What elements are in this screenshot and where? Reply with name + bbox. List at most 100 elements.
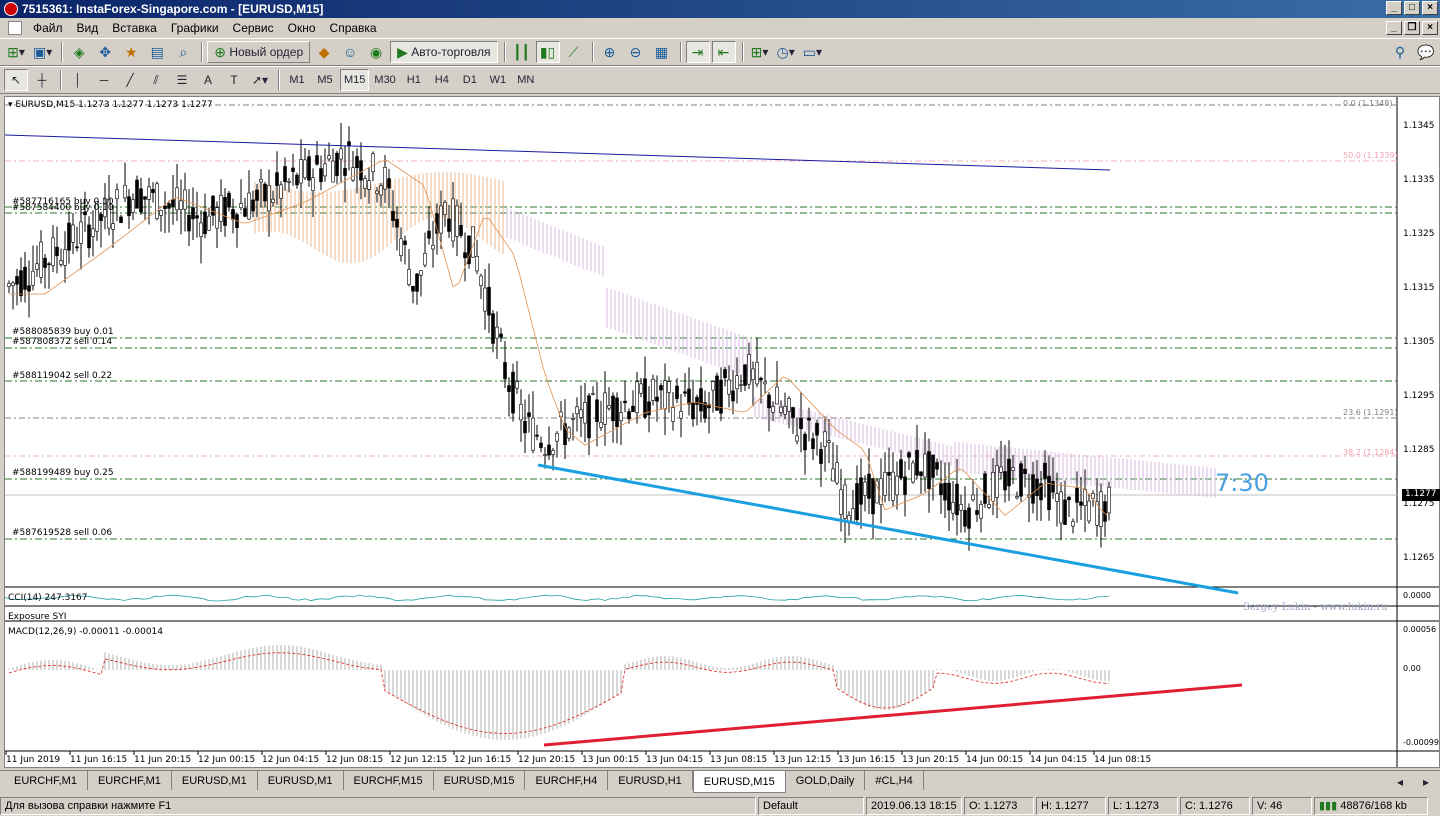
close-button[interactable]: × (1422, 1, 1438, 15)
mdi-close-button[interactable]: × (1422, 21, 1438, 35)
profiles-button[interactable]: ▣ ▾ (30, 41, 55, 63)
cursor-tool-button[interactable]: ↖ (4, 69, 28, 91)
tester-button[interactable]: ⌕ (171, 41, 195, 63)
timeframe-d1[interactable]: D1 (457, 69, 483, 91)
order-label[interactable]: #588085839 buy 0.01 (12, 327, 114, 337)
chart-shift-button[interactable]: ⇤ (711, 41, 736, 63)
menu-file[interactable]: Файл (26, 21, 70, 35)
equidistant-channel-button[interactable]: ⫽ (144, 69, 168, 91)
market-watch-button[interactable]: ◈ (67, 41, 91, 63)
candle-body (763, 381, 767, 385)
tab-eurusd-m15-active[interactable]: EURUSD,M15 (692, 771, 786, 793)
tab-gold-daily[interactable]: GOLD,Daily (785, 771, 866, 790)
order-label[interactable]: #587808372 sell 0.14 (12, 337, 112, 347)
timeframe-w1[interactable]: W1 (485, 69, 511, 91)
chart-window[interactable]: ▾ EURUSD,M15 1.1273 1.1277 1.1273 1.1277… (4, 96, 1440, 768)
mdi-restore-button[interactable]: ❐ (1404, 21, 1420, 35)
autotrading-button[interactable]: ▶ Авто-торговля (390, 41, 498, 63)
candle-body (695, 396, 699, 405)
trendline-button[interactable]: ╱ (118, 69, 142, 91)
timeframe-m5[interactable]: M5 (312, 69, 338, 91)
search-button[interactable]: ⚲ (1388, 41, 1412, 63)
candle-body (19, 270, 23, 297)
maximize-button[interactable]: □ (1404, 1, 1420, 15)
new-chart-button[interactable]: ⊞ ▾ (4, 41, 28, 63)
templates-button[interactable]: ▭ ▾ (800, 41, 825, 63)
menu-charts[interactable]: Графики (164, 21, 226, 35)
candle-body (367, 180, 371, 190)
fibonacci-button[interactable]: ☰ (170, 69, 194, 91)
candle-body (771, 406, 775, 413)
cci-label: CCI(14) 247.3167 (8, 593, 88, 603)
tab-eurusd-m1-2[interactable]: EURUSD,M1 (257, 771, 344, 790)
candle-body (739, 384, 743, 387)
candle-body (751, 368, 755, 380)
zoom-out-button[interactable]: ⊖ (624, 41, 648, 63)
auto-scroll-button[interactable]: ⇥ (685, 41, 710, 63)
menu-view[interactable]: Вид (70, 21, 106, 35)
tile-windows-button[interactable]: ▦ (650, 41, 674, 63)
candle-body (919, 471, 923, 476)
status-traffic[interactable]: ▮▮▮ 48876/168 kb (1314, 796, 1428, 815)
time-axis-label: 12 Jun 04:15 (262, 755, 320, 765)
data-window-button[interactable]: ✥ (93, 41, 117, 63)
menu-window[interactable]: Окно (281, 21, 323, 35)
text-tool-button[interactable]: A (196, 69, 220, 91)
order-label[interactable]: #587584400 buy 0.10 (12, 203, 114, 213)
community-button[interactable]: ☺ (338, 41, 362, 63)
bar-chart-icon: ┃┃ (513, 43, 530, 60)
arrows-button[interactable]: ➚▾ (248, 69, 272, 91)
navigator-button[interactable]: ★ (119, 41, 143, 63)
candlestick-button[interactable]: ▮▯ (535, 41, 560, 63)
candle-body (787, 398, 791, 412)
menu-tools[interactable]: Сервис (226, 21, 281, 35)
line-chart-button[interactable]: ⟋ (562, 41, 586, 63)
candle-body (615, 397, 619, 427)
order-label[interactable]: #588199489 buy 0.25 (12, 468, 114, 478)
tab-scroll-left-button[interactable]: ◂ (1388, 771, 1412, 793)
tab-scroll-right-button[interactable]: ▸ (1414, 771, 1438, 793)
order-label[interactable]: #587619528 sell 0.06 (12, 528, 112, 538)
horizontal-line-button[interactable]: ─ (92, 69, 116, 91)
signals-button[interactable]: ◉ (364, 41, 388, 63)
periods-button[interactable]: ◷ ▾ (774, 41, 798, 63)
candle-body (427, 230, 431, 239)
tab-eurchf-m1[interactable]: EURCHF,M1 (4, 771, 88, 790)
candle-body (139, 188, 143, 213)
status-profile[interactable]: Default (758, 796, 864, 815)
new-order-button[interactable]: ⊕ Новый ордер (207, 41, 311, 63)
timeframe-m15[interactable]: M15 (340, 69, 370, 91)
metaeditor-button[interactable]: ◆ (312, 41, 336, 63)
zoom-in-button[interactable]: ⊕ (598, 41, 622, 63)
candle-body (883, 472, 887, 496)
timeframe-m30[interactable]: M30 (371, 69, 398, 91)
chart-canvas[interactable] (5, 97, 1439, 767)
timeframe-m1[interactable]: M1 (284, 69, 310, 91)
timeframe-h1[interactable]: H1 (401, 69, 427, 91)
tab-cl-h4[interactable]: #CL,H4 (865, 771, 924, 790)
indicators-button[interactable]: ⊞ ▾ (748, 41, 772, 63)
tab-eurusd-m15[interactable]: EURUSD,M15 (433, 771, 526, 790)
terminal-button[interactable]: ▤ (145, 41, 169, 63)
tab-eurusd-h1[interactable]: EURUSD,H1 (608, 771, 693, 790)
tab-eurusd-m1[interactable]: EURUSD,M1 (171, 771, 258, 790)
candle-body (327, 155, 331, 160)
timeframe-h4[interactable]: H4 (429, 69, 455, 91)
vertical-line-button[interactable]: │ (66, 69, 90, 91)
candle-body (431, 245, 435, 250)
tab-eurchf-h4[interactable]: EURCHF,H4 (525, 771, 609, 790)
crosshair-tool-button[interactable]: ┼ (30, 69, 54, 91)
tab-eurchf-m15[interactable]: EURCHF,M15 (343, 771, 434, 790)
candle-body (823, 431, 827, 447)
order-label[interactable]: #588119042 sell 0.22 (12, 371, 112, 381)
minimize-button[interactable]: _ (1386, 1, 1402, 15)
tab-eurchf-m1-2[interactable]: EURCHF,M1 (87, 771, 172, 790)
timeframe-mn[interactable]: MN (513, 69, 539, 91)
chat-button[interactable]: 💬 (1414, 41, 1438, 63)
menu-help[interactable]: Справка (323, 21, 384, 35)
candle-body (635, 381, 639, 413)
text-label-button[interactable]: T (222, 69, 246, 91)
menu-insert[interactable]: Вставка (105, 21, 164, 35)
bar-chart-button[interactable]: ┃┃ (510, 41, 534, 63)
mdi-minimize-button[interactable]: _ (1386, 21, 1402, 35)
